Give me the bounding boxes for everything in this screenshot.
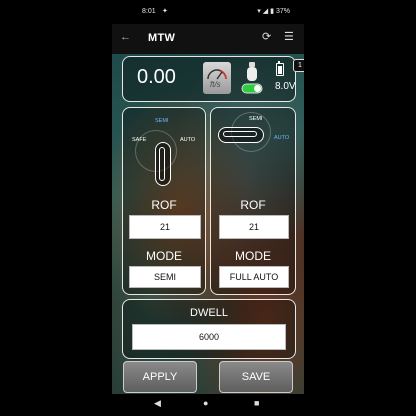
air-tank-icon [241,62,263,94]
battery-icon [276,61,284,76]
nav-back-icon[interactable]: ◀ [154,398,161,409]
rof-input[interactable]: 21 [129,215,201,239]
switch-knob[interactable] [223,131,257,137]
switch-label-semi: SEMI [155,118,169,124]
menu-icon[interactable]: ☰ [284,30,294,43]
fire-mode-switch[interactable] [155,142,171,186]
speed-readout: 0.00 [137,66,176,88]
mode-select[interactable]: FULL AUTO [219,266,289,288]
refresh-icon[interactable]: ⟳ [262,30,271,43]
gauge-dial-icon [207,69,227,80]
rof-label: ROF [151,198,177,212]
nav-recents-icon[interactable]: ■ [254,398,259,408]
right-fire-settings-panel: SEMI AUTO ROF 21 MODE FULL AUTO [210,107,296,295]
battery-percent: 37% [275,7,290,15]
back-arrow-icon[interactable]: ← [120,31,131,43]
switch-label-auto: AUTO [180,137,196,143]
switch-label-safe: SAFE [132,137,147,143]
apply-button[interactable]: APPLY [123,361,197,393]
battery-status-icon: ▮ [270,8,274,15]
device-status-panel: 0.00 ft/s 1 8.0V [122,56,304,102]
profile-badge[interactable]: 1 [293,59,304,72]
fire-mode-switch[interactable] [218,127,264,143]
switch-label-semi: SEMI [249,116,263,122]
switch-label-auto: AUTO [274,135,290,141]
dwell-input[interactable]: 6000 [132,324,286,350]
mode-label: MODE [235,249,271,263]
air-tank-toggle[interactable] [241,61,263,95]
rof-label: ROF [240,198,266,212]
status-time: 8:01 [142,8,156,15]
nav-home-icon[interactable]: ● [203,398,208,408]
battery-voltage: 8.0V [275,81,296,92]
signal-icon: ◢ [262,8,269,15]
status-bar: 8:01 ✦ ▾ ◢ ▮ 37% [112,0,304,24]
status-right: ▾ ◢ ▮ 37% [257,7,290,16]
notification-icon: ✦ [162,8,168,15]
save-button[interactable]: SAVE [219,361,293,393]
dwell-label: DWELL [190,307,228,319]
rof-input[interactable]: 21 [219,215,289,239]
left-fire-settings-panel: SEMI SAFE AUTO ROF 21 MODE SEMI [122,107,206,295]
gauge-unit: ft/s [210,80,221,89]
mode-select[interactable]: SEMI [129,266,201,288]
system-nav-bar: ◀ ● ■ [112,394,304,416]
speed-gauge-icon[interactable]: ft/s [203,62,231,94]
app-title: MTW [148,32,176,44]
dwell-panel: DWELL 6000 [122,299,296,359]
app-bar: ← MTW ⟳ ☰ [112,24,304,55]
switch-knob[interactable] [159,147,165,181]
phone-screen: 8:01 ✦ ▾ ◢ ▮ 37% ← MTW ⟳ ☰ 0.00 ft/s 1 8… [112,0,304,416]
mode-label: MODE [146,249,182,263]
wifi-icon: ▾ [257,8,261,15]
